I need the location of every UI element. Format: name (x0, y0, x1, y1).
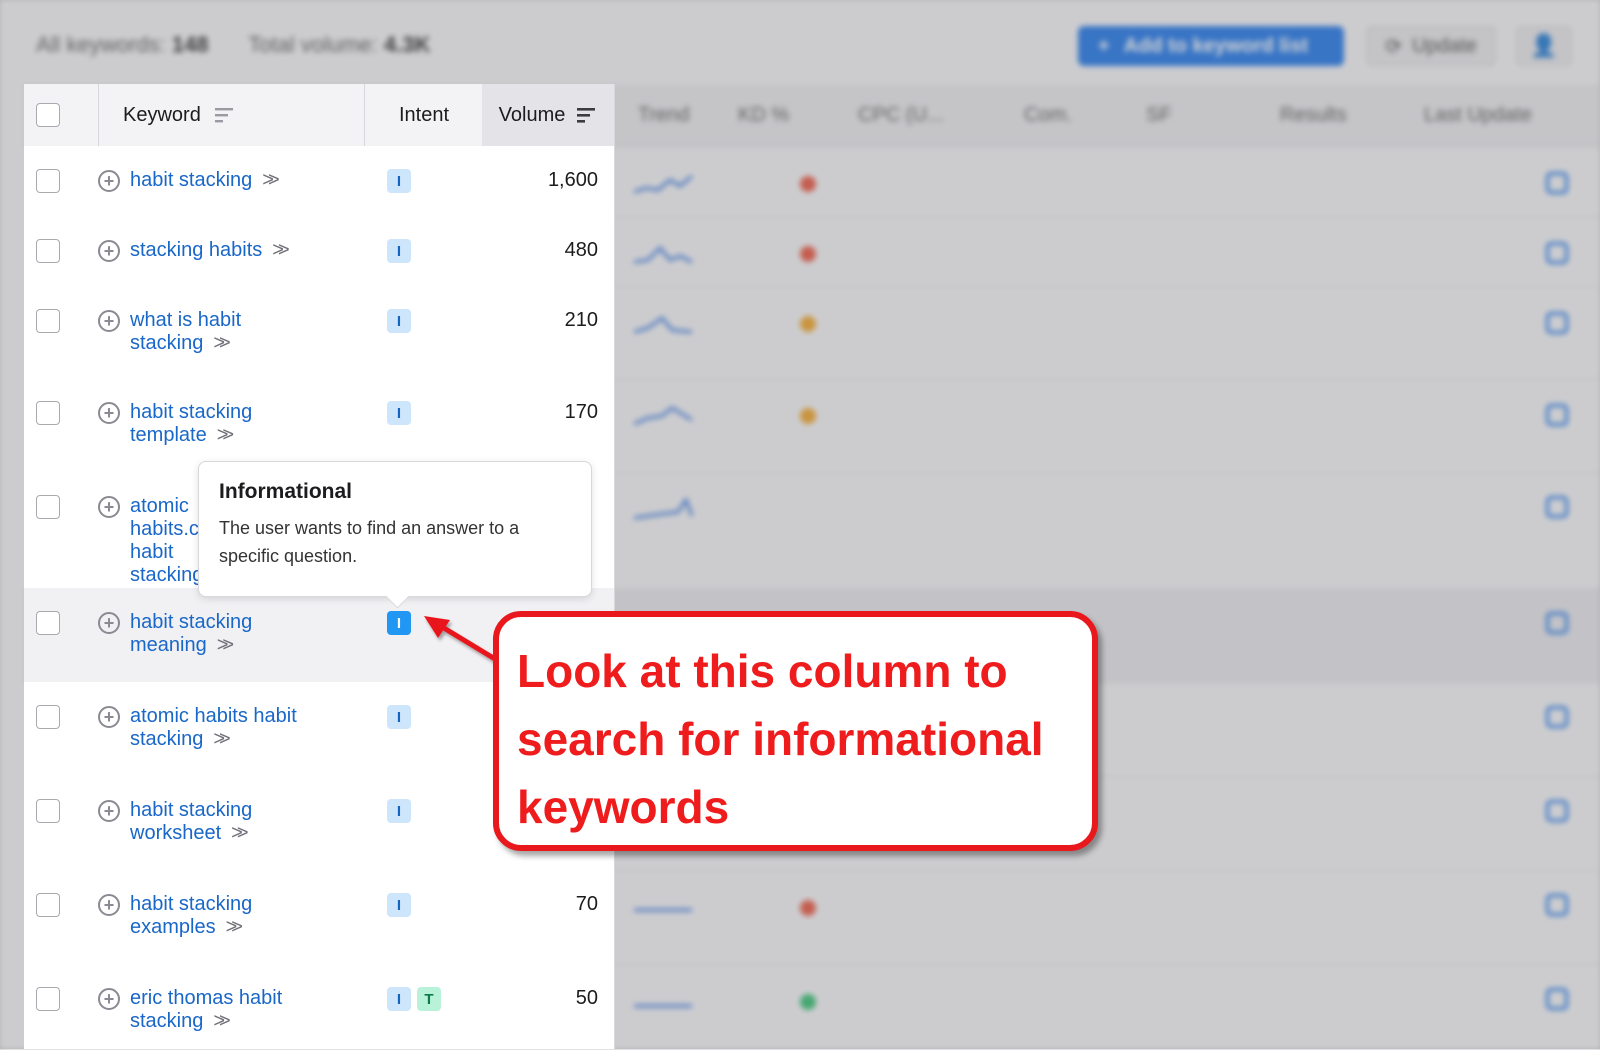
keyword-text: stacking habits (130, 239, 263, 261)
table-header: Keyword Intent Volume (24, 84, 614, 147)
add-keyword-icon[interactable]: + (98, 310, 120, 332)
tooltip-title: Informational (219, 480, 353, 503)
keyword-header-label: Keyword (123, 103, 201, 126)
intent-header-label: Intent (398, 103, 450, 126)
intent-badge-informational[interactable]: I (387, 401, 411, 425)
double-chevron-icon[interactable]: >> (262, 169, 280, 191)
keyword-text: eric thomas habit stacking (130, 987, 283, 1032)
add-keyword-icon[interactable]: + (98, 800, 120, 822)
volume-value: 480 (564, 239, 598, 261)
row-checkbox[interactable] (36, 495, 60, 519)
row-checkbox[interactable] (36, 611, 60, 635)
intent-tooltip: Informational The user wants to find an … (198, 461, 592, 597)
double-chevron-icon[interactable]: >> (226, 916, 244, 938)
add-keyword-icon[interactable]: + (98, 496, 120, 518)
keyword-link[interactable]: atomic habits habit stacking >> (130, 705, 320, 751)
column-header-volume[interactable]: Volume (482, 84, 614, 146)
volume-value: 50 (575, 987, 598, 1009)
table-row: + habit stacking examples >> I 70 (24, 870, 614, 965)
table-row: + habit stacking >> I 1,600 (24, 146, 614, 217)
row-checkbox[interactable] (36, 309, 60, 333)
add-keyword-icon[interactable]: + (98, 894, 120, 916)
keyword-link[interactable]: what is habit stacking >> (130, 309, 340, 355)
intent-badge-informational[interactable]: I (387, 169, 411, 193)
double-chevron-icon[interactable]: >> (217, 634, 235, 656)
add-keyword-icon[interactable]: + (98, 240, 120, 262)
row-checkbox[interactable] (36, 893, 60, 917)
keyword-link[interactable]: habit stacking >> (130, 169, 340, 192)
callout-line-2: search for informational (517, 713, 1044, 765)
double-chevron-icon[interactable]: >> (213, 1010, 231, 1032)
keyword-text: habit stacking template (130, 401, 253, 446)
intent-badge-informational[interactable]: I (387, 987, 411, 1011)
keyword-link[interactable]: habit stacking template >> (130, 401, 280, 447)
column-header-keyword[interactable]: Keyword (98, 84, 235, 146)
keyword-table-panel: Keyword Intent Volume + habit stacking >>… (24, 84, 615, 1049)
keyword-link[interactable]: stacking habits >> (130, 239, 340, 262)
double-chevron-icon[interactable]: >> (213, 728, 231, 750)
table-row: + what is habit stacking >> I 210 (24, 286, 614, 379)
add-keyword-icon[interactable]: + (98, 170, 120, 192)
double-chevron-icon[interactable]: >> (231, 822, 249, 844)
intent-badge-informational[interactable]: I (387, 239, 411, 263)
row-checkbox[interactable] (36, 799, 60, 823)
sort-descending-icon (577, 108, 596, 123)
intent-badge-informational[interactable]: I (387, 893, 411, 917)
double-chevron-icon[interactable]: >> (272, 239, 290, 261)
row-checkbox[interactable] (36, 401, 60, 425)
keyword-text: habit stacking meaning (130, 611, 253, 656)
double-chevron-icon[interactable]: >> (213, 332, 231, 354)
column-header-intent[interactable]: Intent (364, 84, 483, 146)
intent-badge-informational-active[interactable]: I (387, 611, 411, 635)
volume-value: 1,600 (547, 169, 598, 191)
keyword-link[interactable]: habit stacking worksheet >> (130, 799, 280, 845)
sort-icon (214, 108, 233, 123)
intent-badge-informational[interactable]: I (387, 705, 411, 729)
keyword-link[interactable]: habit stacking meaning >> (130, 611, 280, 657)
callout-line-1: Look at this column to (517, 645, 1008, 697)
volume-value: 70 (575, 893, 598, 915)
volume-header-label: Volume (498, 103, 566, 126)
row-checkbox[interactable] (36, 239, 60, 263)
intent-badge-informational[interactable]: I (387, 309, 411, 333)
row-checkbox[interactable] (36, 987, 60, 1011)
row-checkbox[interactable] (36, 169, 60, 193)
annotation-callout: Look at this column to search for inform… (493, 611, 1098, 851)
keyword-link[interactable]: habit stacking examples >> (130, 893, 280, 939)
intent-badge-informational[interactable]: I (387, 799, 411, 823)
table-row: + habit stacking template >> I 170 (24, 378, 614, 473)
volume-value: 170 (564, 401, 598, 423)
add-keyword-icon[interactable]: + (98, 706, 120, 728)
table-row: + eric thomas habit stacking >> I T 50 (24, 964, 614, 1049)
add-keyword-icon[interactable]: + (98, 402, 120, 424)
table-row: + stacking habits >> I 480 (24, 216, 614, 287)
add-keyword-icon[interactable]: + (98, 988, 120, 1010)
double-chevron-icon[interactable]: >> (217, 424, 235, 446)
tooltip-body: The user wants to find an answer to a sp… (219, 518, 520, 566)
keyword-link[interactable]: eric thomas habit stacking >> (130, 987, 300, 1033)
volume-value: 210 (564, 309, 598, 331)
callout-line-3: keywords (517, 781, 730, 833)
keyword-text: habit stacking (130, 169, 253, 191)
select-all-checkbox[interactable] (36, 103, 60, 127)
add-keyword-icon[interactable]: + (98, 612, 120, 634)
row-checkbox[interactable] (36, 705, 60, 729)
intent-badge-transactional[interactable]: T (417, 987, 441, 1011)
